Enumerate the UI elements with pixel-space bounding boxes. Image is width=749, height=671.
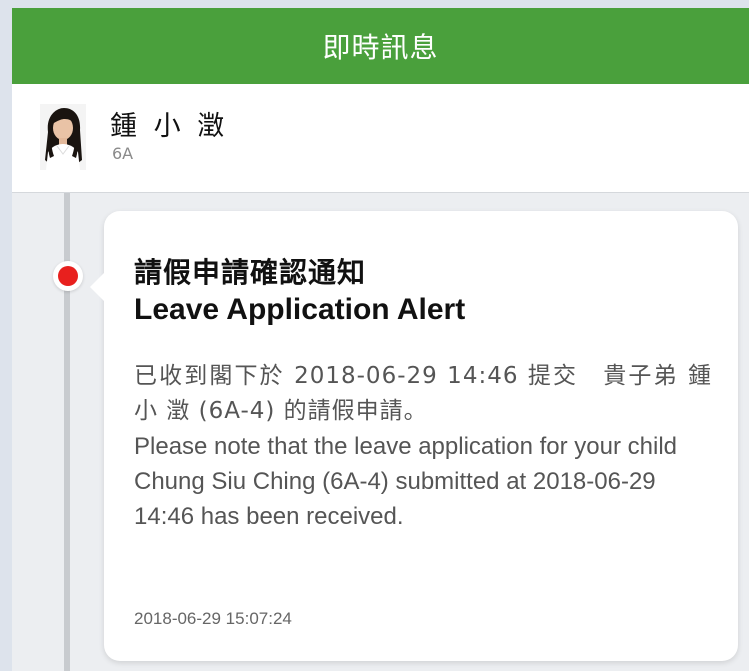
avatar[interactable] <box>40 104 86 170</box>
message-body-en: Please note that the leave application f… <box>134 433 678 530</box>
app-header: 即時訊息 <box>12 8 749 84</box>
student-photo-avatar <box>40 104 86 170</box>
student-profile-bar[interactable]: 鍾 小 澂 6A <box>12 84 749 193</box>
message-body: 已收到閣下於 2018-06-29 14:46 提交 貴子弟 鍾 小 澂 (6A… <box>134 359 712 534</box>
student-class: 6A <box>112 144 134 163</box>
message-title-zh: 請假申請確認通知 <box>134 256 367 289</box>
card-pointer <box>90 273 104 301</box>
message-card[interactable]: 請假申請確認通知 Leave Application Alert 已收到閣下於 … <box>90 211 738 661</box>
unread-dot-fill <box>58 266 78 286</box>
page-title: 即時訊息 <box>322 31 439 64</box>
message-timestamp: 2018-06-29 15:07:24 <box>134 609 292 628</box>
message-title-en: Leave Application Alert <box>134 293 466 326</box>
student-name: 鍾 小 澂 <box>110 111 229 142</box>
app-screen: 即時訊息 鍾 小 澂 6A 請假申請確認通知 Leave Application… <box>12 8 749 671</box>
message-body-zh: 已收到閣下於 2018-06-29 14:46 提交 貴子弟 鍾 小 澂 (6A… <box>134 363 712 424</box>
unread-dot-icon <box>53 261 83 291</box>
